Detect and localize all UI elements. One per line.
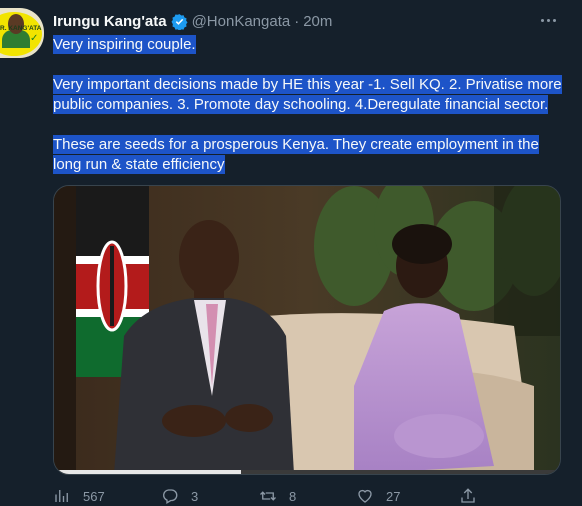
tweet-line-3: public companies. 3. Promote day schooli… — [53, 95, 549, 114]
retweet-count: 8 — [289, 488, 297, 504]
retweet-action[interactable]: 8 — [259, 486, 296, 506]
share-icon — [461, 488, 475, 503]
reply-action[interactable]: 3 — [161, 486, 198, 506]
views-action[interactable]: 567 — [53, 486, 105, 506]
tweet-line-1: Very inspiring couple. — [53, 35, 196, 54]
author-avatar[interactable]: R. KANG'ATA ✓ — [0, 8, 44, 58]
share-action[interactable] — [459, 486, 477, 506]
video-progress-fill — [54, 470, 242, 474]
tweet-line-5: long run & state efficiency — [53, 155, 225, 174]
video-progress-bar[interactable] — [54, 470, 560, 474]
author-handle[interactable]: @HonKangata — [192, 13, 291, 30]
tweet-video[interactable] — [53, 185, 561, 475]
avatar-check-icon: ✓ — [30, 33, 39, 44]
reply-count: 3 — [191, 488, 199, 504]
tweet[interactable]: R. KANG'ATA ✓ Irungu Kang'ata @HonKangat… — [0, 0, 582, 506]
tweet-line-2: Very important decisions made by HE this… — [53, 75, 562, 94]
tweet-text: Very inspiring couple. Very important de… — [53, 35, 563, 175]
views-icon — [55, 490, 68, 502]
tweet-line-4: These are seeds for a prosperous Kenya. … — [53, 135, 539, 154]
tweet-header: Irungu Kang'ata @HonKangata · 20m — [53, 11, 332, 31]
like-count: 27 — [386, 488, 401, 504]
time-separator: · — [294, 12, 300, 30]
video-frame — [54, 186, 560, 474]
retweet-icon — [260, 491, 276, 501]
views-count: 567 — [83, 488, 105, 504]
more-options-icon[interactable] — [536, 12, 560, 28]
tweet-timestamp[interactable]: 20m — [303, 13, 332, 30]
verified-badge-icon — [171, 14, 188, 30]
reply-icon — [163, 489, 178, 504]
tweet-actions: 567 3 8 27 — [53, 486, 563, 506]
like-icon — [358, 489, 372, 503]
avatar-text: R. KANG'ATA — [0, 25, 42, 32]
like-action[interactable]: 27 — [356, 486, 400, 506]
author-name[interactable]: Irungu Kang'ata — [53, 13, 167, 30]
